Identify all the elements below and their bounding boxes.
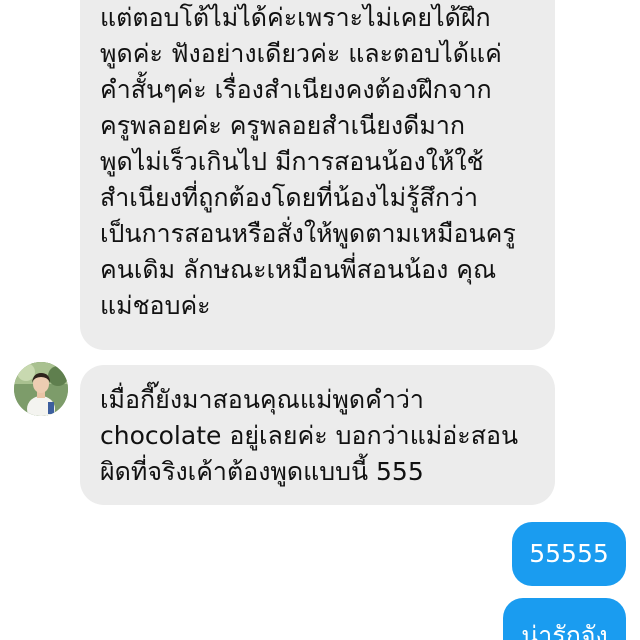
message-text-line: พูดไม่เร็วเกินไป มีการสอนน้องให้ใช้ <box>100 147 484 176</box>
message-text-line: chocolate อยู่เลยค่ะ บอกว่าแม่อ่ะสอน <box>100 421 519 450</box>
message-text-line: คำสั้นๆค่ะ เรื่องสำเนียงคงต้องฝึกจาก <box>100 75 492 104</box>
message-text-line: เมื่อกี๊ยังมาสอนคุณแม่พูดคำว่า <box>100 385 424 414</box>
incoming-message-bubble[interactable]: แต่ตอบโต้ไม่ได้ค่ะเพราะไม่เคยได้ฝึก พูดค… <box>80 0 555 350</box>
message-text-line: ครูพลอยค่ะ ครูพลอยสำเนียงดีมาก <box>100 111 466 140</box>
message-text-line: สำเนียงที่ถูกต้องโดยที่น้องไม่รู้สึกว่า <box>100 183 479 212</box>
avatar-photo-icon <box>14 362 68 416</box>
message-text-line: คนเดิม ลักษณะเหมือนพี่สอนน้อง คุณ <box>100 255 497 284</box>
message-text-line: แต่ตอบโต้ไม่ได้ค่ะเพราะไม่เคยได้ฝึก <box>100 3 491 32</box>
outgoing-message-bubble[interactable]: 55555 <box>512 522 626 586</box>
message-text: น่ารักจัง <box>521 621 608 640</box>
outgoing-message-bubble[interactable]: น่ารักจัง <box>503 598 626 640</box>
incoming-message-bubble[interactable]: เมื่อกี๊ยังมาสอนคุณแม่พูดคำว่า chocolate… <box>80 365 555 505</box>
message-text-line: ผิดที่จริงเค้าต้องพูดแบบนี้ 555 <box>100 457 424 486</box>
contact-avatar[interactable] <box>14 362 68 416</box>
chat-thread: แต่ตอบโต้ไม่ได้ค่ะเพราะไม่เคยได้ฝึก พูดค… <box>0 0 640 640</box>
message-text: 55555 <box>529 539 609 568</box>
message-text-line: แม่ชอบค่ะ <box>100 291 211 320</box>
message-text-line: เป็นการสอนหรือสั่งให้พูดตามเหมือนครู <box>100 219 516 248</box>
message-text-line: พูดค่ะ ฟังอย่างเดียวค่ะ และตอบได้แค่ <box>100 39 502 68</box>
